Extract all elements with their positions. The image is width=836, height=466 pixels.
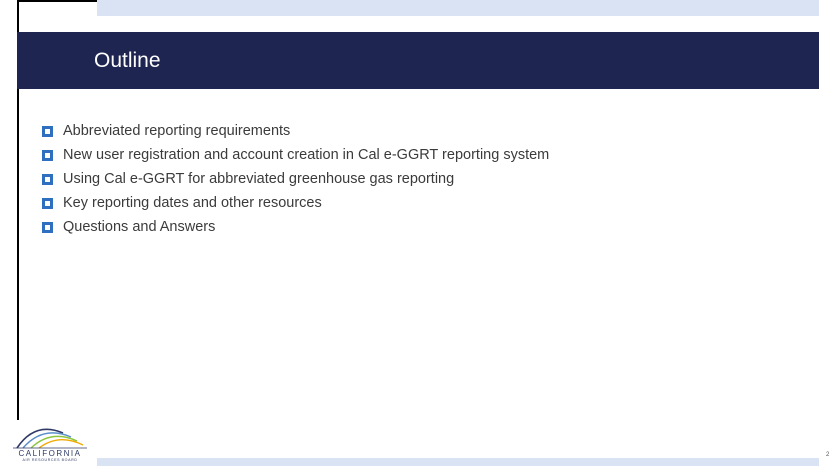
square-bullet-icon: [42, 173, 53, 185]
outline-item: Questions and Answers: [42, 215, 549, 239]
carb-logo-arcs-icon: [13, 428, 87, 449]
outline-item-text: Abbreviated reporting requirements: [63, 123, 291, 139]
square-bullet-icon: [42, 149, 53, 161]
square-bullet-icon: [42, 221, 53, 233]
carb-logo: CALIFORNIA AIR RESOURCES BOARD: [5, 419, 95, 465]
slide: Outline Abbreviated reporting requiremen…: [0, 0, 836, 466]
square-bullet-icon: [42, 125, 53, 137]
slide-title: Outline: [94, 49, 161, 72]
outline-list: Abbreviated reporting requirements New u…: [42, 119, 549, 239]
outline-item-text: Key reporting dates and other resources: [63, 195, 322, 211]
outline-item: Using Cal e-GGRT for abbreviated greenho…: [42, 167, 549, 191]
outline-item-text: Questions and Answers: [63, 219, 216, 235]
square-bullet-icon: [42, 197, 53, 209]
outline-item-text: Using Cal e-GGRT for abbreviated greenho…: [63, 171, 455, 187]
outline-item: Abbreviated reporting requirements: [42, 119, 549, 143]
page-number: 2: [826, 452, 830, 458]
outline-item: Key reporting dates and other resources: [42, 191, 549, 215]
bottom-accent-bar: [97, 458, 819, 466]
outline-item-text: New user registration and account creati…: [63, 147, 550, 163]
logo-wordmark: CALIFORNIA: [18, 449, 82, 458]
top-rule: [17, 0, 97, 2]
top-accent-bar: [97, 0, 819, 16]
outline-item: New user registration and account creati…: [42, 143, 549, 167]
logo-subtext: AIR RESOURCES BOARD: [22, 458, 78, 462]
